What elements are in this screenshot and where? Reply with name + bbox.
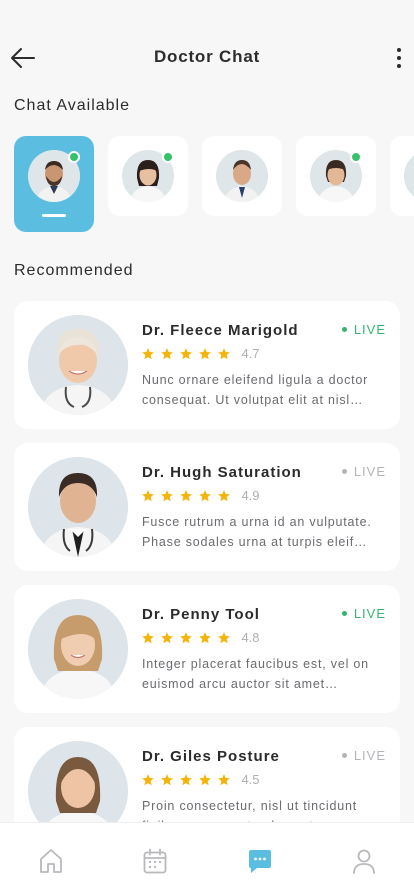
rating-value: 4.7 <box>241 346 260 362</box>
avatar <box>216 150 268 202</box>
star-icon <box>180 631 192 644</box>
rating-value: 4.8 <box>241 630 260 646</box>
star-icon <box>180 347 192 360</box>
star-icon <box>199 631 211 644</box>
doctor-description: Integer placerat faucibus est, vel on eu… <box>142 657 369 691</box>
status-badge: LIVE <box>341 322 386 337</box>
active-indicator <box>42 214 66 217</box>
online-indicator <box>350 151 362 163</box>
chat-doctor-tile[interactable] <box>14 136 94 232</box>
status-badge: LIVE <box>341 748 386 763</box>
star-icon <box>180 773 192 786</box>
avatar <box>28 599 128 699</box>
chat-doctor-tile[interactable] <box>390 136 414 216</box>
star-icon <box>199 773 211 786</box>
chat-doctor-tile[interactable] <box>202 136 282 216</box>
avatar <box>28 315 128 415</box>
star-icon <box>142 489 154 502</box>
status-label: LIVE <box>353 464 386 479</box>
star-icon <box>142 347 154 360</box>
doctor-card[interactable]: Dr. Penny Tool LIVE 4.8 Integer placerat… <box>14 585 400 713</box>
star-icon <box>161 347 173 360</box>
status-label: LIVE <box>353 748 386 763</box>
status-badge: LIVE <box>341 464 386 479</box>
star-icon <box>142 773 154 786</box>
doctor-name: Dr. Fleece Marigold <box>142 322 299 339</box>
rating-value: 4.9 <box>241 488 260 504</box>
chat-doctor-tile[interactable] <box>296 136 376 216</box>
online-indicator <box>68 151 80 163</box>
chat-doctor-tile[interactable] <box>108 136 188 216</box>
star-icon <box>218 347 230 360</box>
rating-value: 4.5 <box>241 772 260 788</box>
star-icon <box>218 773 230 786</box>
section-title-recommended: Recommended <box>14 262 134 279</box>
star-icon <box>218 489 230 502</box>
page-title: Doctor Chat <box>153 47 261 66</box>
rating-stars: 4.8 <box>141 629 260 645</box>
avatar <box>404 150 414 202</box>
star-icon <box>218 631 230 644</box>
avatar <box>28 457 128 557</box>
calendar-icon[interactable] <box>141 847 169 875</box>
bottom-navigation <box>0 822 414 896</box>
star-icon <box>161 773 173 786</box>
doctor-description: Fusce rutrum a urna id an vulputate. Pha… <box>142 515 372 549</box>
doctor-name: Dr. Penny Tool <box>142 606 260 623</box>
star-icon <box>161 631 173 644</box>
profile-icon[interactable] <box>350 847 378 875</box>
rating-stars: 4.7 <box>141 345 260 361</box>
chat-icon[interactable] <box>246 847 274 875</box>
star-icon <box>180 489 192 502</box>
status-label: LIVE <box>353 322 386 337</box>
star-icon <box>199 347 211 360</box>
rating-stars: 4.5 <box>141 771 260 787</box>
doctor-description: Nunc ornare eleifend ligula a doctor con… <box>142 373 369 407</box>
star-icon <box>142 631 154 644</box>
doctor-name: Dr. Hugh Saturation <box>142 464 302 481</box>
status-badge: LIVE <box>341 606 386 621</box>
more-options-icon[interactable] <box>394 46 404 70</box>
rating-stars: 4.9 <box>141 487 260 503</box>
doctor-card[interactable]: Dr. Hugh Saturation LIVE 4.9 Fusce rutru… <box>14 443 400 571</box>
star-icon <box>199 489 211 502</box>
app-header: Doctor Chat <box>0 38 414 78</box>
chat-available-list <box>14 136 414 232</box>
doctor-name: Dr. Giles Posture <box>142 748 280 765</box>
doctor-card[interactable]: Dr. Fleece Marigold LIVE 4.7 Nunc ornare… <box>14 301 400 429</box>
section-title-chat-available: Chat Available <box>14 97 130 114</box>
home-icon[interactable] <box>37 847 65 875</box>
star-icon <box>161 489 173 502</box>
status-label: LIVE <box>353 606 386 621</box>
online-indicator <box>162 151 174 163</box>
